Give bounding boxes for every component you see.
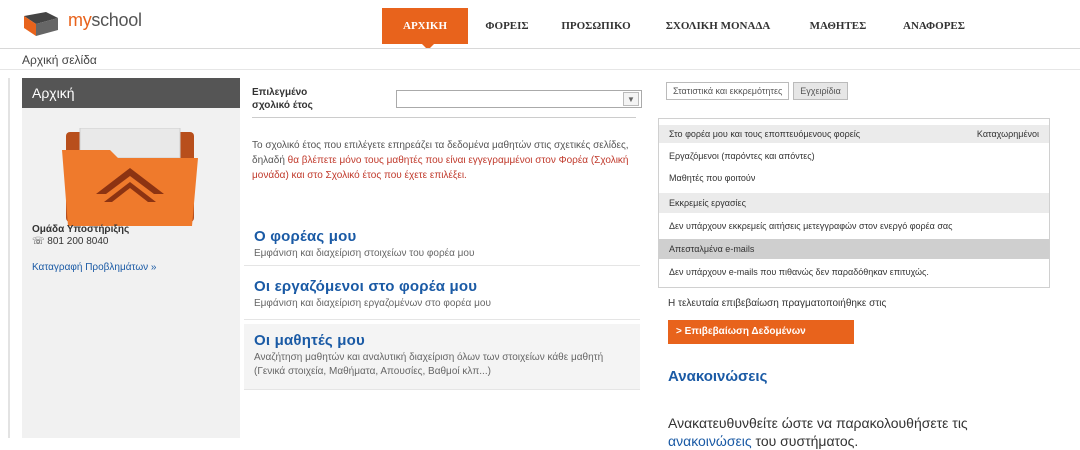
tab-statistics[interactable]: Στατιστικά και εκκρεμότητες (666, 82, 790, 100)
my-students-link[interactable]: Οι μαθητές μου (254, 332, 630, 349)
breadcrumb-bar: Αρχική σελίδα (0, 48, 1080, 70)
pending-tasks-row: Εκκρεμείς εργασίες (659, 193, 1049, 213)
my-organization-link[interactable]: Ο φορέας μου (254, 228, 630, 245)
card-my-students: Οι μαθητές μου Αναζήτηση μαθητών και ανα… (244, 324, 640, 390)
main-nav: ΑΡΧΙΚΗ ΦΟΡΕΙΣ ΠΡΟΣΩΠΙΚΟ ΣΧΟΛΙΚΗ ΜΟΝΑΔΑ Μ… (382, 8, 982, 44)
stats-row: Εργαζόμενοι (παρόντες και απόντες) (669, 151, 815, 161)
tab-manuals[interactable]: Εγχειρίδια (793, 82, 848, 100)
sidebar: Αρχική Ομάδα Υποστήριξης ☏ 801 200 8040 … (22, 78, 240, 438)
school-year-select[interactable]: ▼ (396, 90, 642, 108)
right-panel: Στατιστικά και εκκρεμότητες Εγχειρίδια Σ… (658, 78, 1058, 449)
statistics-box: Στο φορέα μου και τους εποπτευόμενους φο… (658, 118, 1050, 288)
announcements-link[interactable]: ανακοινώσεις (668, 433, 752, 449)
page-left-border (8, 78, 10, 438)
announcements-title: Ανακοινώσεις (668, 368, 768, 385)
card-desc: Εμφάνιση και διαχείριση στοιχείων του φο… (254, 248, 475, 259)
sidebar-title: Αρχική (22, 78, 240, 108)
last-confirmation-text: Η τελευταία επιβεβαίωση πραγματοποιήθηκε… (668, 298, 887, 309)
folder-home-icon (62, 128, 198, 226)
nav-home[interactable]: ΑΡΧΙΚΗ (382, 8, 468, 44)
stats-row: Μαθητές που φοιτούν (669, 173, 756, 183)
card-my-employees: Οι εργαζόμενοι στο φορέα μου Εμφάνιση κα… (244, 274, 640, 320)
confirm-data-button[interactable]: > Επιβεβαίωση Δεδομένων (668, 320, 854, 344)
nav-reports[interactable]: ΑΝΑΦΟΡΕΣ (886, 8, 982, 44)
card-desc: Εμφάνιση και διαχείριση εργαζομένων στο … (254, 298, 491, 309)
card-desc: Αναζήτηση μαθητών και αναλυτική διαχείρι… (254, 352, 604, 377)
support-phone: ☏ 801 200 8040 (32, 236, 109, 247)
report-problems-link[interactable]: Καταγραφή Προβλημάτων » (32, 262, 157, 273)
nav-students[interactable]: ΜΑΘΗΤΕΣ (790, 8, 886, 44)
school-year-label: Επιλεγμένο σχολικό έτος (252, 87, 313, 111)
announcements-text: Ανακατευθυνθείτε ώστε να παρακολουθήσετε… (668, 415, 968, 449)
header: myschool ΑΡΧΙΚΗ ΦΟΡΕΙΣ ΠΡΟΣΩΠΙΚΟ ΣΧΟΛΙΚΗ… (0, 0, 1080, 50)
school-year-row: Επιλεγμένο σχολικό έτος ▼ (252, 82, 642, 118)
main-content: Επιλεγμένο σχολικό έτος ▼ Το σχολικό έτος… (244, 78, 642, 438)
support-team-label: Ομάδα Υποστήριξης (32, 224, 130, 235)
right-tabs: Στατιστικά και εκκρεμότητες Εγχειρίδια (666, 82, 852, 104)
nav-organizations[interactable]: ΦΟΡΕΙΣ (468, 8, 546, 44)
sent-emails-row: Απεσταλμένα e-mails (659, 239, 1049, 259)
phone-icon: ☏ (32, 236, 48, 247)
myschool-logo[interactable]: myschool (24, 10, 184, 36)
chevron-down-icon[interactable]: ▼ (623, 92, 639, 106)
my-employees-link[interactable]: Οι εργαζόμενοι στο φορέα μου (254, 278, 630, 295)
nav-personnel[interactable]: ΠΡΟΣΩΠΙΚΟ (546, 8, 646, 44)
logo-text: myschool (68, 10, 142, 30)
card-my-organization: Ο φορέας μου Εμφάνιση και διαχείριση στο… (244, 224, 640, 266)
stats-row: Δεν υπάρχουν εκκρεμείς αιτήσεις μετεγγρα… (669, 221, 953, 231)
stats-row: Δεν υπάρχουν e-mails που πιθανώς δεν παρ… (669, 267, 929, 277)
logo-icon (24, 12, 58, 36)
stats-header-row: Στο φορέα μου και τους εποπτευόμενους φο… (659, 125, 1049, 143)
breadcrumb: Αρχική σελίδα (22, 53, 97, 67)
nav-school-unit[interactable]: ΣΧΟΛΙΚΗ ΜΟΝΑΔΑ (646, 8, 790, 44)
school-year-info: Το σχολικό έτος που επιλέγετε επηρεάζει … (252, 140, 629, 181)
